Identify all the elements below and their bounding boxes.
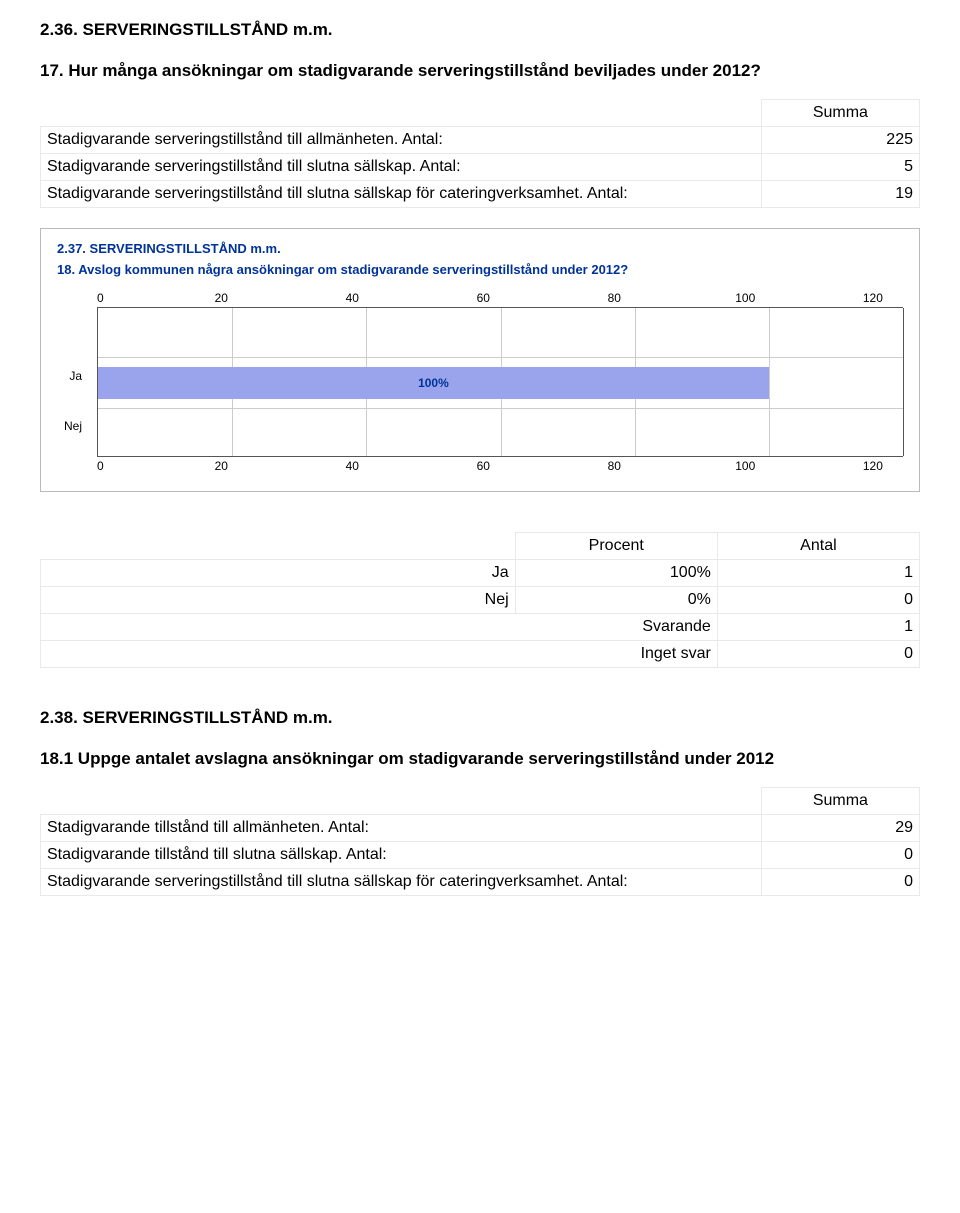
row-label: Stadigvarande serveringstillstånd till s… <box>41 868 762 895</box>
empty-header <box>41 532 516 559</box>
summa-header: Summa <box>761 787 919 814</box>
row-label: Stadigvarande serveringstillstånd till s… <box>41 180 762 207</box>
axis-ticks-top: 0 20 40 60 80 100 120 <box>97 291 903 307</box>
table-row: Stadigvarande serveringstillstånd till a… <box>41 126 920 153</box>
tick: 0 <box>97 459 104 473</box>
row-label: Stadigvarande serveringstillstånd till s… <box>41 153 762 180</box>
tick: 100 <box>735 459 755 473</box>
empty-header <box>41 99 762 126</box>
table-row: Inget svar 0 <box>41 640 920 667</box>
row-value: 29 <box>761 814 919 841</box>
tick: 40 <box>346 291 359 305</box>
row-label: Nej <box>41 586 516 613</box>
summa-header: Summa <box>761 99 919 126</box>
bar-row-ja: 100% <box>98 358 903 408</box>
table-row: Stadigvarande serveringstillstånd till s… <box>41 868 920 895</box>
table-row: Stadigvarande serveringstillstånd till s… <box>41 153 920 180</box>
chart-heading: 2.37. SERVERINGSTILLSTÅND m.m. <box>57 241 903 256</box>
axis-top: 0 20 40 60 80 100 120 <box>57 291 903 307</box>
summary-val: 0 <box>717 640 919 667</box>
cat-label-nej: Nej <box>64 420 82 432</box>
tick: 80 <box>608 291 621 305</box>
section-2-38: 2.38. SERVERINGSTILLSTÅND m.m. 18.1 Uppg… <box>40 708 920 896</box>
row-label: Stadigvarande tillstånd till allmänheten… <box>41 814 762 841</box>
summary-label: Svarande <box>41 613 718 640</box>
header-procent: Procent <box>515 532 717 559</box>
question-text: 18.1 Uppge antalet avslagna ansökningar … <box>40 748 920 771</box>
row-label: Stadigvarande serveringstillstånd till a… <box>41 126 762 153</box>
bar-value-label: 100% <box>418 376 449 390</box>
row-value: 0 <box>761 868 919 895</box>
tick: 100 <box>735 291 755 305</box>
summary-label: Inget svar <box>41 640 718 667</box>
tick: 120 <box>863 459 883 473</box>
table-row: Stadigvarande serveringstillstånd till s… <box>41 180 920 207</box>
table-row: Stadigvarande tillstånd till slutna säll… <box>41 841 920 868</box>
bar-row-nej <box>98 408 903 458</box>
category-labels: Ja Nej <box>50 308 90 456</box>
tick: 80 <box>608 459 621 473</box>
row-value: 19 <box>761 180 919 207</box>
empty-header <box>41 787 762 814</box>
percent-antal-table: Procent Antal Ja 100% 1 Nej 0% 0 Svarand… <box>40 532 920 668</box>
chart-block-2-37: 2.37. SERVERINGSTILLSTÅND m.m. 18. Avslo… <box>40 228 920 492</box>
plot-area: Ja Nej 100% <box>97 307 903 457</box>
table-row: Ja 100% 1 <box>41 559 920 586</box>
row-pct: 0% <box>515 586 717 613</box>
section-heading: 2.36. SERVERINGSTILLSTÅND m.m. <box>40 20 920 40</box>
table-row: Nej 0% 0 <box>41 586 920 613</box>
cat-label-ja: Ja <box>69 370 82 382</box>
row-value: 5 <box>761 153 919 180</box>
row-value: 225 <box>761 126 919 153</box>
summa-table-36: Summa Stadigvarande serveringstillstånd … <box>40 99 920 208</box>
row-value: 0 <box>761 841 919 868</box>
summa-table-38: Summa Stadigvarande tillstånd till allmä… <box>40 787 920 896</box>
header-antal: Antal <box>717 532 919 559</box>
tick: 20 <box>215 459 228 473</box>
section-2-36: 2.36. SERVERINGSTILLSTÅND m.m. 17. Hur m… <box>40 20 920 208</box>
table-row: Stadigvarande tillstånd till allmänheten… <box>41 814 920 841</box>
tick: 0 <box>97 291 104 305</box>
table-row: Svarande 1 <box>41 613 920 640</box>
plot-row: Ja Nej 100% <box>57 307 903 457</box>
section-heading: 2.38. SERVERINGSTILLSTÅND m.m. <box>40 708 920 728</box>
chart-question: 18. Avslog kommunen några ansökningar om… <box>57 262 903 277</box>
tick: 40 <box>346 459 359 473</box>
bar-ja: 100% <box>98 367 769 399</box>
axis-ticks-bottom: 0 20 40 60 80 100 120 <box>97 457 903 475</box>
row-ant: 1 <box>717 559 919 586</box>
row-label: Ja <box>41 559 516 586</box>
tick: 60 <box>477 459 490 473</box>
summary-val: 1 <box>717 613 919 640</box>
empty-row <box>98 308 903 358</box>
row-label: Stadigvarande tillstånd till slutna säll… <box>41 841 762 868</box>
tick: 120 <box>863 291 883 305</box>
tick: 60 <box>477 291 490 305</box>
axis-bottom: 0 20 40 60 80 100 120 <box>57 457 903 475</box>
question-text: 17. Hur många ansökningar om stadigvaran… <box>40 60 920 83</box>
row-ant: 0 <box>717 586 919 613</box>
row-pct: 100% <box>515 559 717 586</box>
tick: 20 <box>215 291 228 305</box>
